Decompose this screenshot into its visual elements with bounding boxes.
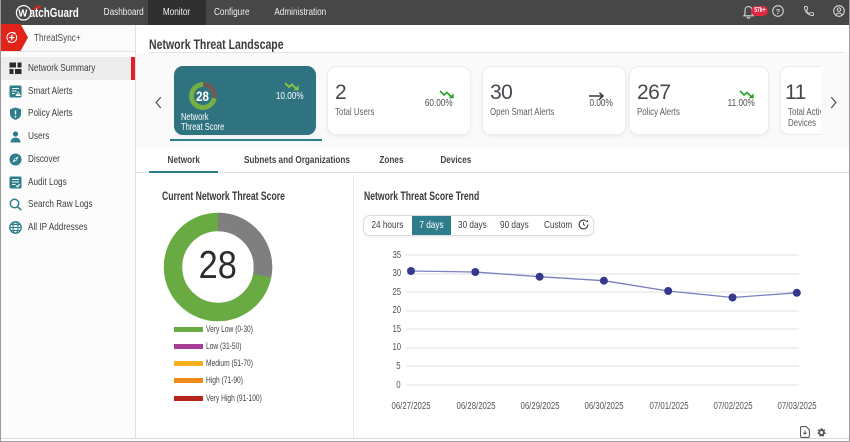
- svg-text:W: W: [18, 8, 28, 19]
- svg-text:atchGuard: atchGuard: [30, 7, 79, 20]
- svg-text:?: ?: [776, 7, 781, 16]
